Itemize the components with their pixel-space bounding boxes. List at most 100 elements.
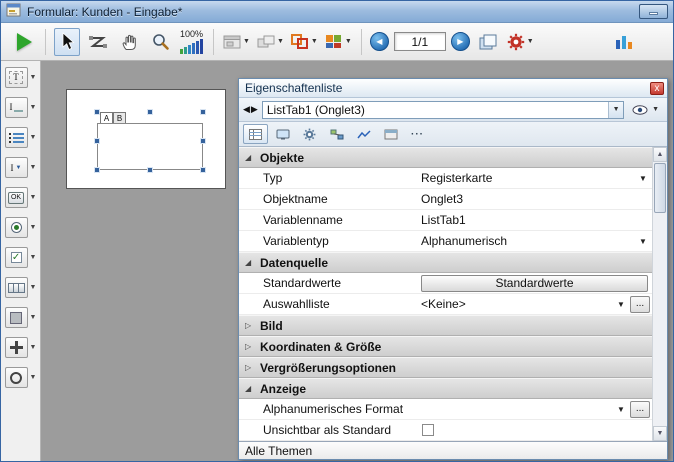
unsichtbar-checkbox[interactable] [422,424,434,436]
sidebar-tool-radio-button[interactable]: ▼ [5,217,37,238]
typ-value-dropdown[interactable]: Registerkarte ▼ [417,168,652,188]
objektname-value-field[interactable]: Onglet3 [417,189,652,209]
zoom-level-indicator[interactable]: 100% [178,27,205,57]
select-tool-button[interactable] [54,28,80,56]
run-test-button[interactable] [11,28,37,56]
form-design-surface[interactable]: A B [66,89,226,189]
fill-color-button[interactable]: ▼ [324,28,353,56]
format-browse-button[interactable]: ... [630,401,650,418]
selection-handle[interactable] [94,138,100,144]
arrange-icon [257,35,275,49]
windows-overview-button[interactable] [475,28,501,56]
chevron-down-icon: ▼ [527,38,534,45]
settings-button[interactable]: ▼ [506,28,535,56]
radio-button-icon [11,222,22,233]
section-datenquelle[interactable]: ◢ Datenquelle [239,252,652,273]
section-vergroesserungsoptionen[interactable]: ▷ Vergrößerungsoptionen [239,357,652,378]
sidebar-tool-spin[interactable]: ▼ [5,337,37,358]
pan-tool-button[interactable] [116,28,142,56]
tab-link[interactable] [324,124,349,144]
toolbar-separator [361,29,362,55]
triangle-expanded-icon: ◢ [245,153,254,162]
zoom-tool-button[interactable] [147,28,173,56]
previous-object-button[interactable]: ◀ [243,104,250,115]
themes-filter-bar[interactable]: Alle Themen [239,441,667,459]
sidebar-tool-ellipse[interactable]: ▼ [5,367,37,388]
tab-ui[interactable] [270,124,295,144]
format-value-dropdown[interactable]: ▼ ... [417,399,652,419]
triangle-collapsed-icon: ▷ [245,321,254,330]
chart-tool-button[interactable] [611,28,637,56]
chevron-down-icon: ▼ [30,134,37,141]
crosshair-icon [10,341,23,354]
triangle-expanded-icon: ◢ [245,258,254,267]
sidebar-tool-checkbox[interactable]: ✓ ▼ [5,247,37,268]
selection-handle[interactable] [147,167,153,173]
chevron-down-icon: ▼ [345,38,352,45]
section-label: Objekte [260,151,304,165]
zoom-level-label: 100% [180,29,203,39]
variablenname-value-field[interactable]: ListTab1 [417,210,652,230]
auswahlliste-value-dropdown[interactable]: <Keine> ▼ ... [417,294,652,314]
cursor-arrow-icon [60,32,75,51]
layers-icon [478,33,498,51]
chevron-down-icon: ▼ [30,344,37,351]
scroll-up-button[interactable]: ▲ [653,147,667,162]
sidebar-tool-combobox[interactable]: I▼ ▼ [5,157,37,178]
auswahlliste-browse-button[interactable]: ... [630,296,650,313]
arrow-down-icon: ▼ [657,430,664,437]
sidebar-tool-shape[interactable]: ▼ [5,307,37,328]
combobox-icon: I▼ [11,163,22,173]
chevron-down-icon: ▼ [614,300,628,309]
arrange-tool-button[interactable]: ▼ [256,28,285,56]
sidebar-tool-static-text[interactable]: T ▼ [5,67,37,88]
selection-handle[interactable] [200,109,206,115]
minimize-button[interactable] [639,4,668,19]
tab-more[interactable]: ··· [405,124,430,144]
selection-handle[interactable] [200,138,206,144]
selection-handle[interactable] [94,167,100,173]
properties-scrollbar[interactable]: ▲ ▼ [652,147,667,441]
previous-page-button[interactable]: ◀ [370,32,389,51]
object-selector-combo[interactable]: ListTab1 (Onglet3) ▼ [262,101,624,119]
selection-handle[interactable] [94,109,100,115]
next-object-button[interactable]: ▶ [251,104,258,115]
tab-detail[interactable] [297,124,322,144]
variablentyp-value-dropdown[interactable]: Alphanumerisch ▼ [417,231,652,251]
sidebar-tool-edit-field[interactable]: I ▼ [5,97,37,118]
triangle-expanded-icon: ◢ [245,384,254,393]
scrollbar-thumb[interactable] [654,163,666,213]
next-page-button[interactable]: ▶ [451,32,470,51]
window-icon [276,129,290,140]
page-indicator-field[interactable]: 1/1 [394,32,446,51]
toolbar-separator [213,29,214,55]
standardwerte-button[interactable]: Standardwerte [421,275,648,292]
tab-chart[interactable] [351,124,376,144]
border-color-button[interactable]: ▼ [290,28,319,56]
layout-tool-button[interactable]: ▼ [222,28,251,56]
section-anzeige[interactable]: ◢ Anzeige [239,378,652,399]
sidebar-tool-listbox[interactable]: ▼ [5,127,37,148]
sidebar-tool-toolbar-control[interactable]: ▼ [5,277,37,298]
selection-handle[interactable] [147,109,153,115]
tab-display[interactable] [378,124,403,144]
selection-handle[interactable] [200,167,206,173]
section-koordinaten[interactable]: ▷ Koordinaten & Größe [239,336,652,357]
tab-general[interactable] [243,124,268,144]
close-button[interactable]: x [650,82,664,95]
tab-control-body[interactable] [97,123,203,170]
app-window: Formular: Kunden - Eingabe* 100% ▼ ▼ [0,0,674,462]
polyline-tool-button[interactable] [85,28,111,56]
section-objekte[interactable]: ◢ Objekte [239,147,652,168]
screen-icon [384,129,398,140]
main-toolbar: 100% ▼ ▼ ▼ ▼ ◀ 1/1 ▶ [1,23,673,61]
scrollbar-track[interactable] [653,214,667,426]
section-bild[interactable]: ▷ Bild [239,315,652,336]
sidebar-tool-button[interactable]: OK ▼ [5,187,37,208]
chevron-down-icon: ▼ [243,38,250,45]
scroll-down-button[interactable]: ▼ [653,426,667,441]
selected-tab-control[interactable]: A B [97,112,203,170]
listbox-icon [9,133,24,143]
chevron-down-icon: ▼ [30,224,37,231]
visibility-menu-button[interactable]: ▼ [628,103,663,117]
